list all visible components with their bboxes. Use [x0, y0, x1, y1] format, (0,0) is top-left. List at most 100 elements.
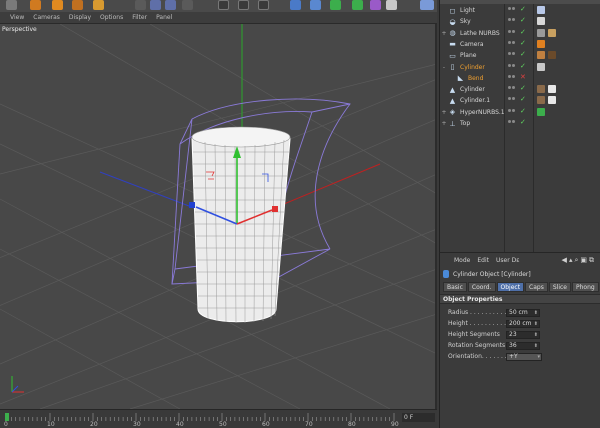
expand-toggle-icon[interactable]: + — [440, 120, 448, 127]
enabled-check-icon[interactable]: ✓ — [520, 39, 526, 47]
radius-field[interactable]: 50 cm ⬍ — [506, 308, 540, 317]
timeline[interactable]: 0 10 20 30 40 50 60 70 80 90 0 F — [0, 409, 437, 428]
select-tool-icon[interactable] — [72, 0, 83, 10]
material-tag-icon[interactable] — [537, 6, 545, 14]
material-tag-icon[interactable] — [548, 28, 556, 37]
material-tag-icon[interactable] — [548, 96, 556, 105]
edit-menu[interactable]: Edit — [477, 257, 489, 264]
visibility-dot-icon[interactable] — [512, 40, 515, 44]
expand-toggle-icon[interactable]: + — [440, 109, 448, 116]
cameras-menu[interactable]: Cameras — [33, 14, 60, 21]
visibility-dot-icon[interactable] — [508, 108, 511, 112]
timeline-playhead[interactable] — [5, 413, 9, 421]
light-primitive-icon[interactable] — [386, 0, 397, 10]
rotation-segments-field[interactable]: 36 ⬍ — [506, 341, 540, 350]
display-menu[interactable]: Display — [69, 14, 91, 21]
material-tag-icon[interactable] — [537, 17, 545, 26]
tab-coord[interactable]: Coord. — [467, 282, 496, 292]
move-tool-icon[interactable] — [6, 0, 17, 10]
visibility-dot-icon[interactable] — [508, 40, 511, 44]
visibility-dot-icon[interactable] — [512, 29, 515, 33]
enabled-check-icon[interactable]: ✓ — [520, 6, 526, 13]
disabled-cross-icon[interactable]: ✕ — [520, 73, 526, 81]
enabled-check-icon[interactable]: ✓ — [520, 28, 526, 36]
object-title: Cylinder Object [Cylinder] — [453, 270, 531, 278]
tab-object[interactable]: Object — [496, 282, 525, 292]
axis-y-lock-icon[interactable] — [150, 0, 161, 10]
timeline-tick-label: 40 — [176, 421, 184, 428]
cube-primitive-icon[interactable] — [290, 0, 301, 10]
tab-caps[interactable]: Caps — [525, 282, 548, 292]
visibility-dot-icon[interactable] — [508, 63, 511, 67]
visibility-dot-icon[interactable] — [512, 74, 515, 78]
spinner-icon[interactable]: ⬍ — [534, 321, 538, 327]
render-view-icon[interactable] — [218, 0, 229, 10]
visibility-dot-icon[interactable] — [508, 74, 511, 78]
render-picture-icon[interactable] — [238, 0, 249, 10]
material-tag-icon[interactable] — [537, 28, 545, 37]
orientation-label: Orientation. . . . . . . . . — [448, 353, 506, 360]
new-manager-icon[interactable]: ⧉ — [589, 256, 596, 264]
filter-menu[interactable]: Filter — [132, 14, 147, 21]
perspective-viewport[interactable]: Perspective — [0, 24, 437, 409]
sky-icon: ◒ — [449, 17, 456, 26]
layout-icon[interactable] — [420, 0, 434, 10]
spinner-icon[interactable]: ⬍ — [534, 332, 538, 338]
coordinate-system-icon[interactable] — [182, 0, 193, 10]
view-menu[interactable]: View — [10, 14, 24, 21]
array-icon[interactable] — [352, 0, 363, 10]
deformer-icon[interactable] — [370, 0, 381, 10]
material-tag-icon[interactable] — [537, 107, 545, 116]
material-tag-icon[interactable] — [548, 51, 556, 60]
tab-phong[interactable]: Phong — [572, 282, 599, 292]
enabled-check-icon[interactable]: ✓ — [520, 119, 526, 126]
options-menu[interactable]: Options — [100, 14, 123, 21]
spinner-icon[interactable]: ⬍ — [534, 310, 538, 316]
enabled-check-icon[interactable]: ✓ — [520, 96, 526, 103]
nurbs-icon[interactable] — [330, 0, 341, 10]
visibility-dot-icon[interactable] — [512, 108, 515, 112]
tab-basic[interactable]: Basic — [443, 282, 467, 292]
tab-slice[interactable]: Slice — [548, 282, 571, 292]
height-segments-field[interactable]: 23 ⬍ — [506, 330, 540, 339]
back-arrow-icon[interactable]: ◀ — [562, 256, 569, 264]
visibility-dot-icon[interactable] — [508, 7, 511, 10]
orientation-dropdown[interactable]: +Y ▾ — [506, 352, 542, 361]
mode-menu[interactable]: Mode — [454, 257, 470, 264]
render-settings-icon[interactable] — [258, 0, 269, 10]
expand-toggle-icon[interactable]: + — [440, 30, 448, 37]
visibility-dot-icon[interactable] — [512, 7, 515, 10]
rotate-tool-icon[interactable] — [52, 0, 63, 10]
material-tag-icon[interactable] — [537, 62, 545, 71]
add-tool-icon[interactable] — [93, 0, 104, 10]
visibility-dot-icon[interactable] — [512, 120, 515, 123]
height-field[interactable]: 200 cm ⬍ — [506, 319, 540, 328]
lock-icon[interactable]: ▣ — [580, 256, 589, 264]
enabled-check-icon[interactable]: ✓ — [520, 17, 526, 24]
height-segments-value: 23 — [509, 330, 517, 338]
material-tag-icon[interactable] — [537, 85, 545, 94]
spinner-icon[interactable]: ⬍ — [534, 343, 538, 349]
enabled-check-icon[interactable]: ✓ — [520, 107, 526, 115]
material-tag-icon[interactable] — [548, 85, 556, 94]
expand-toggle-icon[interactable]: - — [440, 64, 448, 71]
visibility-dot-icon[interactable] — [508, 29, 511, 33]
enabled-check-icon[interactable]: ✓ — [520, 85, 526, 92]
scale-tool-icon[interactable] — [30, 0, 41, 10]
user-data-menu[interactable]: User Dε — [496, 257, 519, 264]
pen-spline-icon[interactable] — [310, 0, 321, 10]
material-tag-icon[interactable] — [537, 51, 545, 60]
object-name: Cylinder.1 — [460, 97, 491, 105]
frame-readout[interactable]: 0 F — [402, 413, 435, 422]
panel-menu[interactable]: Panel — [156, 14, 172, 21]
attribute-manager: Mode Edit User Dε ◀▴⌕▣⧉ Cylinder Object … — [439, 252, 600, 428]
enabled-check-icon[interactable]: ✓ — [520, 62, 526, 70]
visibility-dot-icon[interactable] — [512, 63, 515, 67]
axis-z-lock-icon[interactable] — [165, 0, 176, 10]
material-tag-icon[interactable] — [537, 39, 545, 48]
enabled-check-icon[interactable]: ✓ — [520, 51, 526, 58]
material-tag-icon[interactable] — [537, 96, 545, 105]
visibility-dot-icon[interactable] — [508, 120, 511, 123]
timeline-tick-label: 30 — [133, 421, 141, 428]
axis-x-lock-icon[interactable] — [135, 0, 146, 10]
